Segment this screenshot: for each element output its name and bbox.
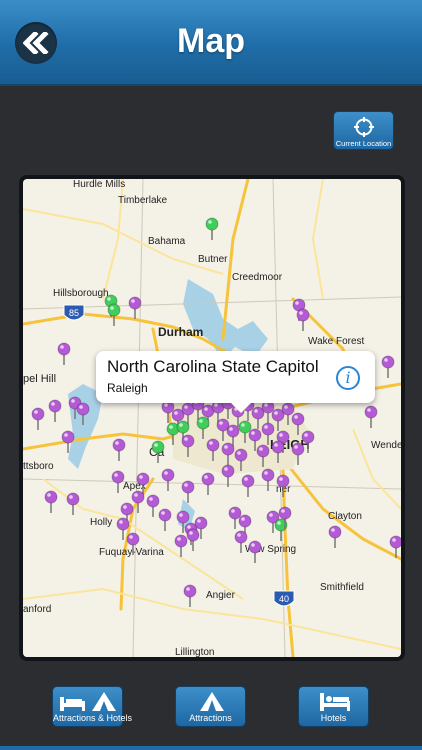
map-frame: 85 40 Hurdle Mills Timberlake Bahama But…: [19, 175, 405, 661]
map-pin-hotel[interactable]: [328, 525, 342, 548]
svg-text:40: 40: [279, 594, 289, 604]
page-title: Map: [177, 22, 245, 60]
tab-hotels[interactable]: Hotels: [298, 686, 369, 727]
bed-and-tent-icon: [60, 692, 116, 711]
map-pin-hotel[interactable]: [161, 468, 175, 491]
label-pittsboro: ttsboro: [23, 461, 54, 472]
map-pin-hotel[interactable]: [161, 400, 175, 423]
map-pin-attraction[interactable]: [205, 217, 219, 240]
map-pin-attraction[interactable]: [107, 303, 121, 326]
map-pins[interactable]: [31, 217, 401, 607]
tab-attractions-hotels[interactable]: Attractions & Hotels: [52, 686, 133, 727]
label-lillington: Lillington: [175, 647, 214, 657]
map-pin-hotel[interactable]: [261, 468, 275, 491]
svg-text:85: 85: [69, 308, 79, 318]
callout-subtitle: Raleigh: [107, 381, 148, 395]
i40-shield: 40: [273, 590, 295, 607]
bottom-accent: [0, 746, 422, 750]
bed-icon: [320, 693, 350, 711]
label-chapel-hill: pel Hill: [23, 373, 56, 385]
current-location-button[interactable]: Current Location: [333, 111, 394, 150]
label-sanford: anford: [23, 604, 51, 615]
map-pin-hotel[interactable]: [381, 355, 395, 378]
tent-icon: [200, 692, 224, 711]
map-pin-hotel[interactable]: [146, 494, 160, 517]
map-pin-hotel[interactable]: [158, 508, 172, 531]
label-wendell: Wende: [371, 440, 401, 451]
map-pin-hotel[interactable]: [128, 296, 142, 319]
current-location-label: Current Location: [335, 139, 392, 148]
label-angier: Angier: [206, 590, 236, 601]
label-timberlake: Timberlake: [118, 195, 168, 206]
map-view[interactable]: 85 40 Hurdle Mills Timberlake Bahama But…: [23, 179, 401, 657]
tab-attractions-hotels-label: Attractions & Hotels: [53, 713, 133, 723]
tab-attractions-label: Attractions: [189, 713, 232, 723]
label-wake-forest: Wake Forest: [308, 336, 365, 347]
map-pin-hotel[interactable]: [183, 584, 197, 607]
label-butner: Butner: [198, 254, 228, 265]
crosshair-icon: [354, 117, 374, 137]
label-holly-springs: Holly: [90, 517, 112, 528]
map-pin-hotel[interactable]: [44, 490, 58, 513]
tab-hotels-label: Hotels: [320, 713, 347, 723]
label-hillsborough: Hillsborough: [53, 288, 109, 299]
map-pin-hotel[interactable]: [48, 399, 62, 422]
map-pin-hotel[interactable]: [364, 405, 378, 428]
callout-title: North Carolina State Capitol: [107, 357, 319, 376]
map-pin-hotel[interactable]: [228, 506, 242, 529]
map-pin-hotel[interactable]: [241, 474, 255, 497]
label-fuquay: Fuquay-Varina: [99, 547, 164, 558]
label-bahama: Bahama: [148, 236, 186, 247]
label-creedmoor: Creedmoor: [232, 272, 283, 283]
label-hurdle-mills: Hurdle Mills: [73, 179, 125, 190]
map-pin-hotel[interactable]: [221, 464, 235, 487]
map-pin-hotel[interactable]: [181, 480, 195, 503]
info-icon[interactable]: i: [336, 366, 360, 390]
place-callout[interactable]: North Carolina State Capitol Raleigh i: [96, 351, 375, 413]
map-pin-hotel[interactable]: [31, 407, 45, 430]
i85-shield: 85: [63, 304, 85, 321]
label-durham: Durham: [158, 325, 203, 339]
map-pin-hotel[interactable]: [57, 342, 71, 365]
navigation-bar: Map: [0, 0, 422, 86]
map-pin-hotel[interactable]: [112, 438, 126, 461]
label-clayton: Clayton: [328, 511, 362, 522]
map-canvas[interactable]: 85 40 Hurdle Mills Timberlake Bahama But…: [23, 179, 401, 657]
tab-attractions[interactable]: Attractions: [175, 686, 246, 727]
label-smithfield: Smithfield: [320, 582, 364, 593]
map-pin-hotel[interactable]: [186, 528, 200, 551]
